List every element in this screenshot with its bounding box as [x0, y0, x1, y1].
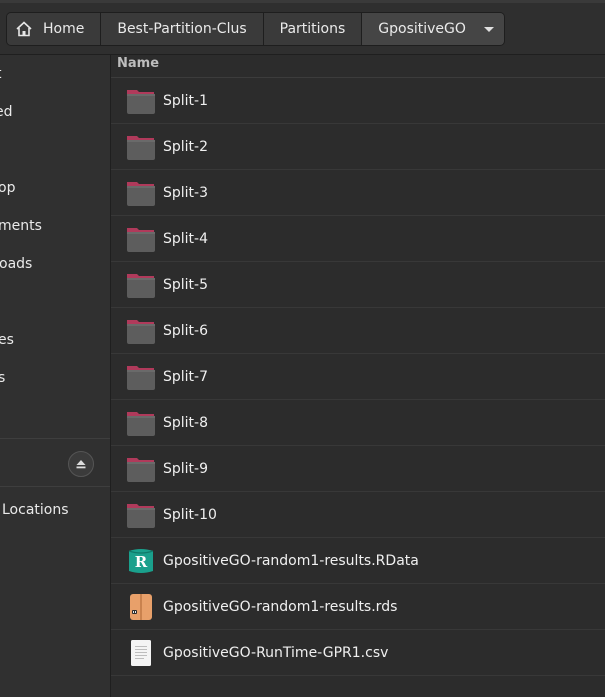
sidebar-item-desktop[interactable]: op: [0, 169, 15, 207]
breadcrumb-label: Best-Partition-Clus: [117, 21, 247, 37]
folder-row[interactable]: Split-8: [111, 400, 605, 446]
sidebar-item-label: op: [0, 180, 16, 196]
file-name: Split-1: [163, 92, 209, 109]
file-row[interactable]: GpositiveGO-random1-results.rds: [111, 584, 605, 630]
file-name: Split-3: [163, 184, 209, 201]
sidebar-divider: [0, 438, 110, 439]
folder-icon: [125, 315, 157, 347]
file-name: GpositiveGO-RunTime-GPR1.csv: [163, 644, 389, 661]
sidebar-item-videos[interactable]: s: [0, 359, 5, 397]
folder-row[interactable]: Split-10: [111, 492, 605, 538]
sidebar-item-other-locations[interactable]: Locations: [2, 491, 69, 529]
breadcrumb-best-partition[interactable]: Best-Partition-Clus: [101, 13, 264, 45]
sidebar-item-recent[interactable]: t: [0, 55, 2, 93]
folder-row[interactable]: Split-5: [111, 262, 605, 308]
text-file-icon: [125, 637, 157, 669]
svg-text:R: R: [135, 553, 148, 571]
sidebar-item-label: s: [0, 370, 5, 386]
folder-icon: [125, 177, 157, 209]
folder-row[interactable]: Split-3: [111, 170, 605, 216]
sidebar-item-starred[interactable]: ed: [0, 93, 13, 131]
home-icon: [15, 20, 33, 38]
breadcrumb-label: Partitions: [279, 21, 346, 37]
sidebar-item-label: ments: [0, 218, 42, 234]
sidebar-item-label: ed: [0, 104, 13, 120]
archive-icon: [125, 591, 157, 623]
file-row[interactable]: GpositiveGO-RunTime-GPR1.csv: [111, 630, 605, 676]
folder-row[interactable]: Split-9: [111, 446, 605, 492]
sidebar-item-label: es: [0, 332, 14, 348]
chevron-down-icon[interactable]: [483, 26, 494, 32]
folder-icon: [125, 407, 157, 439]
eject-button[interactable]: [68, 451, 94, 477]
folder-row[interactable]: Split-2: [111, 124, 605, 170]
window-top-edge: [0, 0, 605, 3]
sidebar: t ed op ments oads es s Locations: [0, 55, 111, 697]
breadcrumb-home-label: Home: [43, 21, 85, 37]
breadcrumb-home[interactable]: Home: [7, 13, 102, 45]
file-name: Split-9: [163, 460, 209, 477]
breadcrumb-label: GpositiveGO: [378, 21, 466, 37]
file-name: Split-7: [163, 368, 209, 385]
toolbar: Home Best-Partition-Clus Partitions Gpos…: [0, 0, 605, 55]
folder-icon: [125, 223, 157, 255]
folder-icon: [125, 85, 157, 117]
file-name: Split-6: [163, 322, 209, 339]
folder-icon: [125, 453, 157, 485]
column-header-name[interactable]: Name: [111, 55, 605, 78]
file-name: GpositiveGO-random1-results.rds: [163, 598, 398, 615]
eject-icon: [76, 460, 86, 469]
sidebar-item-documents[interactable]: ments: [0, 207, 42, 245]
folder-icon: [125, 361, 157, 393]
file-name: GpositiveGO-random1-results.RData: [163, 552, 419, 569]
folder-row[interactable]: Split-1: [111, 78, 605, 124]
folder-row[interactable]: Split-4: [111, 216, 605, 262]
sidebar-item-label: oads: [0, 256, 33, 272]
sidebar-item-pictures[interactable]: es: [0, 321, 14, 359]
sidebar-item-label: Locations: [2, 502, 69, 518]
folder-icon: [125, 269, 157, 301]
folder-row[interactable]: Split-7: [111, 354, 605, 400]
breadcrumb: Home Best-Partition-Clus Partitions Gpos…: [6, 12, 505, 46]
folder-icon: [125, 131, 157, 163]
sidebar-item-downloads[interactable]: oads: [0, 245, 32, 283]
file-name: Split-5: [163, 276, 209, 293]
sidebar-divider: [0, 486, 110, 487]
r-file-icon: R: [125, 545, 157, 577]
column-header-label: Name: [117, 56, 160, 71]
file-list: Name Split-1 Split-2 Split-3 Split-4 Split-5…: [111, 55, 605, 697]
breadcrumb-current[interactable]: GpositiveGO: [362, 13, 504, 45]
file-name: Split-4: [163, 230, 209, 247]
file-name: Split-8: [163, 414, 209, 431]
file-name: Split-10: [163, 506, 217, 523]
sidebar-item-label: t: [0, 66, 2, 82]
folder-icon: [125, 499, 157, 531]
file-name: Split-2: [163, 138, 209, 155]
file-row[interactable]: R GpositiveGO-random1-results.RData: [111, 538, 605, 584]
folder-row[interactable]: Split-6: [111, 308, 605, 354]
breadcrumb-partitions[interactable]: Partitions: [263, 13, 363, 45]
